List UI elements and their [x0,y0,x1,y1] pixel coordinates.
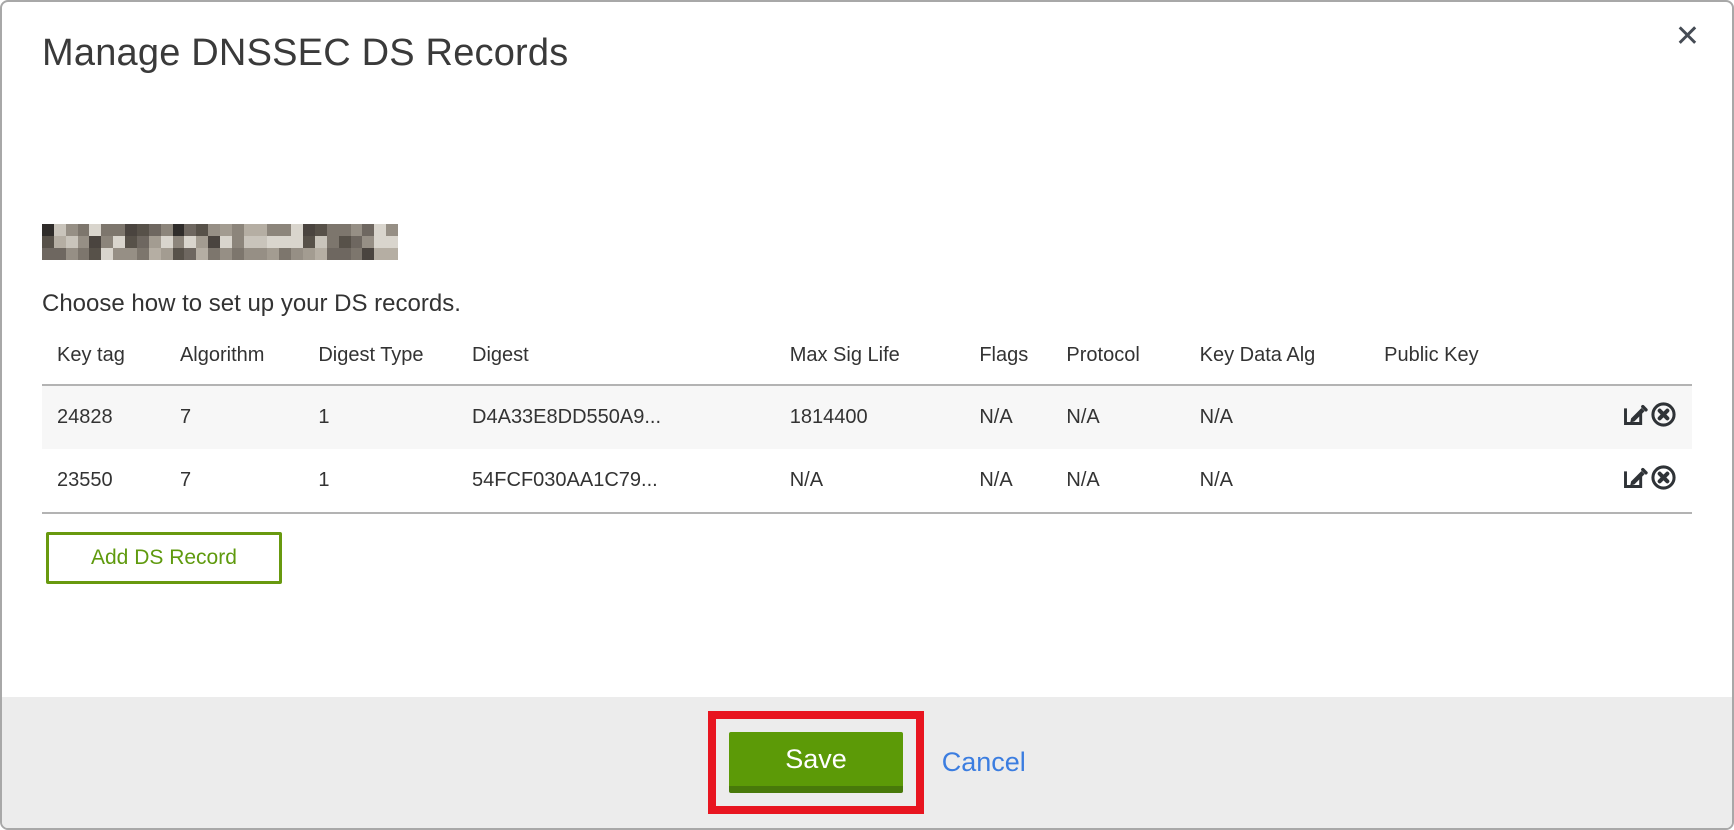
cell-public_key [1369,449,1548,513]
column-header-protocol: Protocol [1051,334,1184,385]
column-header-key_tag: Key tag [42,334,165,385]
ds-records-table: Key tagAlgorithmDigest TypeDigestMax Sig… [42,334,1692,514]
annotation-highlight-red: Save [708,711,924,814]
column-header-digest_type: Digest Type [303,334,457,385]
cell-max_sig_life: N/A [775,449,965,513]
cell-actions [1548,449,1692,513]
cell-max_sig_life: 1814400 [775,385,965,449]
page-title: Manage DNSSEC DS Records [42,30,1692,76]
delete-record-icon[interactable] [1650,464,1677,491]
column-header-max_sig_life: Max Sig Life [775,334,965,385]
column-header-digest: Digest [457,334,775,385]
column-header-algorithm: Algorithm [165,334,303,385]
column-header-actions [1548,334,1692,385]
edit-record-icon[interactable] [1621,464,1648,491]
cell-digest: 54FCF030AA1C79... [457,449,775,513]
edit-record-icon[interactable] [1621,401,1648,428]
column-header-public_key: Public Key [1369,334,1548,385]
ds-record-row: 235507154FCF030AA1C79...N/AN/AN/AN/A [42,449,1692,513]
cell-key_data_alg: N/A [1185,449,1369,513]
save-button[interactable]: Save [729,732,903,793]
dialog-footer: Save Cancel [2,697,1732,828]
cell-flags: N/A [964,449,1051,513]
delete-record-icon[interactable] [1650,401,1677,428]
cell-key_tag: 23550 [42,449,165,513]
cell-public_key [1369,385,1548,449]
cell-protocol: N/A [1051,449,1184,513]
cell-protocol: N/A [1051,385,1184,449]
cell-key_tag: 24828 [42,385,165,449]
manage-dnssec-ds-records-dialog: ✕ Manage DNSSEC DS Records Choose how to… [0,0,1734,830]
cell-digest_type: 1 [303,449,457,513]
instruction-text: Choose how to set up your DS records. [42,290,1692,318]
dialog-body: Manage DNSSEC DS Records Choose how to s… [2,30,1732,584]
table-header-row: Key tagAlgorithmDigest TypeDigestMax Sig… [42,334,1692,385]
cell-flags: N/A [964,385,1051,449]
ds-record-row: 2482871D4A33E8DD550A9...1814400N/AN/AN/A [42,385,1692,449]
close-icon[interactable]: ✕ [1675,22,1700,52]
column-header-key_data_alg: Key Data Alg [1185,334,1369,385]
cell-actions [1548,385,1692,449]
cell-digest_type: 1 [303,385,457,449]
cell-digest: D4A33E8DD550A9... [457,385,775,449]
add-ds-record-button[interactable]: Add DS Record [46,532,282,584]
cell-key_data_alg: N/A [1185,385,1369,449]
cell-algorithm: 7 [165,385,303,449]
domain-name-redacted [42,224,398,260]
column-header-flags: Flags [964,334,1051,385]
cancel-link[interactable]: Cancel [942,747,1026,778]
cell-algorithm: 7 [165,449,303,513]
